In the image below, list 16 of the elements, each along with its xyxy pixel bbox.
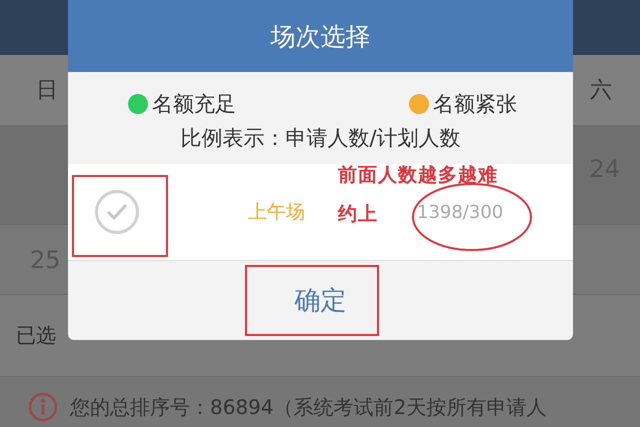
ranking-notice: 您的总排序号：86894（系统考试前2天按所有申请人 xyxy=(70,394,546,420)
check-circle[interactable] xyxy=(95,190,139,234)
selected-label: 已选 xyxy=(16,322,56,349)
session-name: 上午场 xyxy=(248,200,305,225)
confirm-button[interactable]: 确定 xyxy=(278,277,362,324)
session-ratio: 1398/300 xyxy=(417,202,504,222)
check-icon xyxy=(106,203,128,221)
annotation-note: 约上 xyxy=(338,202,378,227)
legend-label: 名额紧张 xyxy=(433,91,517,118)
legend-label: 名额充足 xyxy=(152,91,236,118)
dialog-title: 场次选择 xyxy=(68,0,573,72)
ratio-note: 比例表示：申请人数/计划人数 xyxy=(180,126,461,150)
weekday-label: 日 xyxy=(36,77,58,105)
info-icon xyxy=(28,392,58,422)
annotation-note: 前面人数越多越难 xyxy=(338,163,498,188)
weekday-label: 六 xyxy=(590,77,612,105)
